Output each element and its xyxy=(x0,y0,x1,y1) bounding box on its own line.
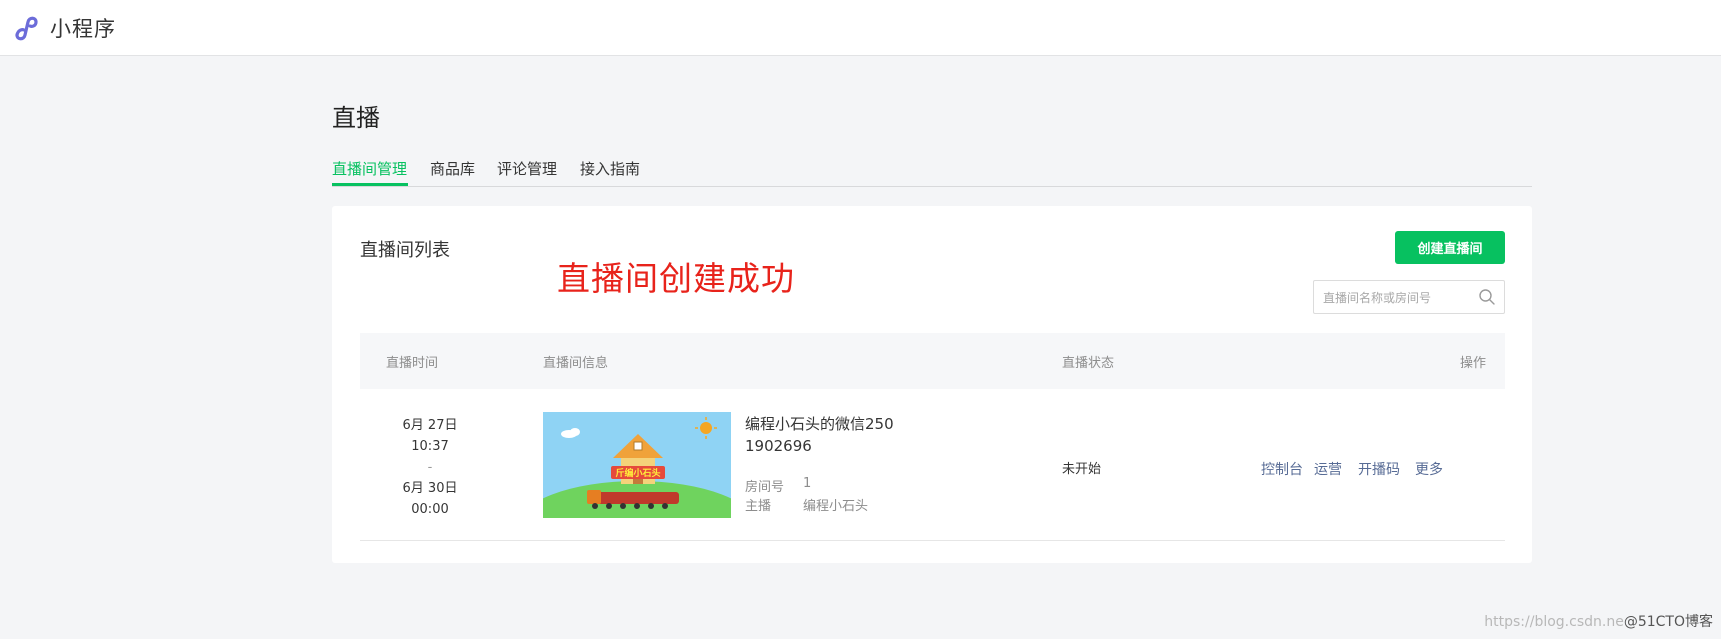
tab-bar: 直播间管理 商品库 评论管理 接入指南 xyxy=(332,154,1532,187)
top-bar: 小程序 xyxy=(0,0,1721,56)
cover-caption: 斤编小石头 xyxy=(615,467,660,479)
start-date: 6月 27日 xyxy=(402,418,458,433)
live-room-cover-image: 斤编小石头 xyxy=(543,412,731,518)
start-time: 10:37 xyxy=(411,439,449,454)
watermark: https://blog.csdn.ne@51CTO博客 xyxy=(1484,611,1713,631)
app-title: 小程序 xyxy=(50,17,116,41)
operation-link[interactable]: 运营 xyxy=(1314,459,1342,479)
watermark-brand: @51CTO博客 xyxy=(1623,614,1713,630)
room-number-row: 房间号 1 xyxy=(745,476,811,495)
create-live-room-button[interactable]: 创建直播间 xyxy=(1395,231,1505,264)
cover-illustration: 斤编小石头 xyxy=(543,412,731,518)
live-time: 6月 27日 10:37 - 6月 30日 00:00 xyxy=(360,415,500,520)
host-label: 主播 xyxy=(745,499,772,514)
page-title: 直播 xyxy=(332,104,380,132)
header-status: 直播状态 xyxy=(1062,356,1115,371)
console-link[interactable]: 控制台 xyxy=(1261,459,1303,479)
tab-product-library[interactable]: 商品库 xyxy=(430,158,475,179)
mini-program-logo-icon xyxy=(15,16,38,41)
watermark-url: https://blog.csdn.ne xyxy=(1484,614,1624,630)
tab-comment-management[interactable]: 评论管理 xyxy=(497,158,557,179)
live-status: 未开始 xyxy=(1062,462,1102,477)
search-input[interactable] xyxy=(1323,288,1473,307)
time-separator: - xyxy=(427,460,433,475)
active-tab-indicator xyxy=(332,183,408,186)
search-box[interactable] xyxy=(1313,280,1505,314)
end-time: 00:00 xyxy=(411,502,449,517)
more-link[interactable]: 更多 xyxy=(1415,459,1443,479)
room-number-value: 1 xyxy=(803,476,812,491)
live-code-link[interactable]: 开播码 xyxy=(1358,459,1400,479)
search-icon[interactable] xyxy=(1478,288,1496,306)
live-room-name: 编程小石头的微信250 xyxy=(745,415,894,433)
header-time: 直播时间 xyxy=(386,356,439,371)
card-title: 直播间列表 xyxy=(360,240,450,261)
tab-integration-guide[interactable]: 接入指南 xyxy=(580,158,640,179)
host-value: 编程小石头 xyxy=(803,499,869,514)
live-room-list-card: 直播间列表 直播间创建成功 创建直播间 直播时间 直播间信息 直播状态 操作 6… xyxy=(332,206,1532,563)
tab-live-room-management[interactable]: 直播间管理 xyxy=(332,158,407,179)
app-logo[interactable]: 小程序 xyxy=(12,13,116,43)
host-row: 主播 编程小石头 xyxy=(745,495,868,514)
table-row: 6月 27日 10:37 - 6月 30日 00:00 斤编小石头 编程小石头的… xyxy=(360,389,1505,541)
header-info: 直播间信息 xyxy=(543,356,609,371)
annotation-text: 直播间创建成功 xyxy=(557,259,795,298)
end-date: 6月 30日 xyxy=(402,481,458,496)
header-actions: 操作 xyxy=(1460,356,1487,371)
live-room-number: 1902696 xyxy=(745,437,812,455)
room-number-label: 房间号 xyxy=(745,480,785,495)
table-header: 直播时间 直播间信息 直播状态 操作 xyxy=(360,333,1505,389)
